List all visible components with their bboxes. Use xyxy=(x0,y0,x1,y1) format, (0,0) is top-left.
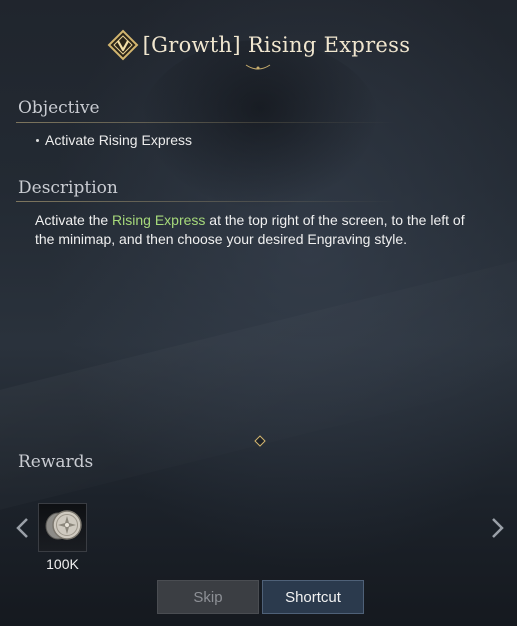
skip-button[interactable]: Skip xyxy=(157,580,259,614)
chevron-right-icon[interactable] xyxy=(488,514,508,542)
description-text-before: Activate the xyxy=(35,212,113,228)
quest-title: [Growth] Rising Express xyxy=(142,33,411,57)
quest-title-row: [Growth] Rising Express xyxy=(0,26,517,64)
description-heading: Description xyxy=(18,178,118,198)
quest-diamond-emblem-icon xyxy=(107,29,139,61)
description-text: Activate the Rising Express at the top r… xyxy=(35,211,475,249)
title-divider xyxy=(30,64,487,70)
objective-item-text: Activate Rising Express xyxy=(45,132,193,148)
reward-slot[interactable] xyxy=(38,503,87,552)
description-divider xyxy=(16,201,396,202)
shortcut-button[interactable]: Shortcut xyxy=(262,580,364,614)
bullet-icon xyxy=(36,138,39,142)
objective-heading: Objective xyxy=(18,98,100,118)
chevron-left-icon[interactable] xyxy=(12,514,32,542)
description-highlight: Rising Express xyxy=(112,212,206,228)
objective-divider xyxy=(16,122,396,123)
background-diagonal xyxy=(0,260,517,520)
objective-item: Activate Rising Express xyxy=(36,132,192,148)
silver-coin-icon xyxy=(42,504,84,551)
quest-panel: [Growth] Rising Express Objective Activa… xyxy=(0,0,517,626)
reward-amount: 100K xyxy=(46,556,79,572)
rewards-heading: Rewards xyxy=(18,452,94,472)
rewards-divider xyxy=(22,435,495,447)
